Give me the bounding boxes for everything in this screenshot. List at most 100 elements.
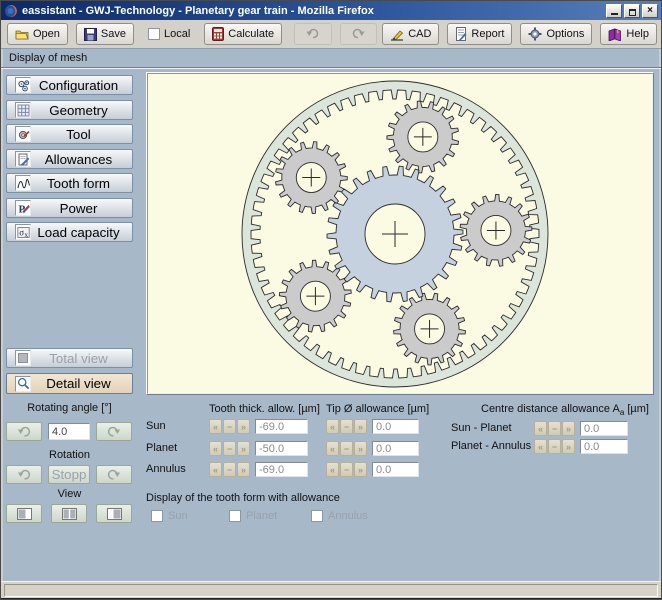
calculate-button[interactable]: Calculate: [204, 23, 283, 45]
rotate-cw-icon: [107, 426, 120, 437]
status-bar: [1, 581, 661, 598]
stepper-down-button[interactable]: «: [209, 419, 222, 434]
rotate-ccw-icon: [18, 426, 31, 437]
row-label-annulus: Annulus: [146, 463, 186, 475]
sun-tooth-thickness-stepper: « − »: [209, 419, 250, 434]
rotate-right-step-button[interactable]: [96, 422, 132, 441]
stepper-reset-button[interactable]: −: [548, 439, 561, 454]
sun-planet-stepper: « − »: [534, 421, 575, 436]
help-button[interactable]: Help: [600, 23, 657, 45]
sidebar-item-allowances[interactable]: Allowances: [6, 149, 133, 169]
stepper-up-button[interactable]: »: [237, 419, 250, 434]
view-right-pane-icon: [106, 507, 122, 520]
rotation-stop-button[interactable]: Stopp: [48, 465, 90, 484]
save-button[interactable]: Save: [75, 23, 134, 45]
centre-row-label-planet-annulus: Planet - Annulus: [451, 440, 532, 452]
svg-text:P: P: [18, 203, 25, 215]
annulus-tip-allowance-stepper: « − »: [326, 462, 367, 477]
sun-planet-field[interactable]: [580, 421, 628, 436]
stepper-down-button[interactable]: «: [534, 439, 547, 454]
minimize-icon: [610, 12, 618, 15]
firefox-icon: [5, 4, 17, 17]
redo-icon: [352, 28, 365, 39]
toolbar: Open Save Local Calculate CAD Report Opt…: [1, 20, 661, 49]
undo-button[interactable]: [294, 23, 332, 45]
planet-tooth-thickness-field[interactable]: [255, 441, 308, 456]
stepper-up-button[interactable]: »: [562, 439, 575, 454]
magnifier-icon: [15, 375, 31, 392]
sidebar-item-power[interactable]: P Power: [6, 198, 133, 218]
close-button[interactable]: ×: [642, 3, 658, 18]
view-label: View: [57, 488, 82, 500]
local-label: Local: [164, 28, 191, 40]
rotating-angle-input[interactable]: [48, 423, 90, 440]
tool-icon: [15, 126, 31, 142]
stepper-reset-button[interactable]: −: [223, 419, 236, 434]
svg-text:x: x: [24, 231, 28, 239]
planet-tip-allowance-field[interactable]: [372, 441, 419, 456]
planet-annulus-field[interactable]: [580, 439, 628, 454]
rotate-cw-icon: [107, 469, 120, 480]
rotate-left-step-button[interactable]: [6, 422, 42, 441]
rotation-ccw-button[interactable]: [6, 465, 42, 484]
total-view-button[interactable]: Total view: [6, 348, 133, 368]
total-view-icon: [15, 350, 31, 366]
view-right-pane-button[interactable]: [96, 504, 132, 523]
stepper-up-button[interactable]: »: [354, 441, 367, 456]
stepper-reset-button[interactable]: −: [223, 441, 236, 456]
view-split-pane-button[interactable]: [51, 504, 87, 523]
stepper-up-button[interactable]: »: [237, 462, 250, 477]
stepper-up-button[interactable]: »: [562, 421, 575, 436]
stepper-up-button[interactable]: »: [354, 419, 367, 434]
redo-button[interactable]: [339, 23, 378, 45]
cad-button[interactable]: CAD: [382, 23, 440, 45]
planet-checkbox[interactable]: [229, 510, 241, 522]
tooth-form-display-label: Display of the tooth form with allowance: [146, 492, 340, 504]
stepper-reset-button[interactable]: −: [223, 462, 236, 477]
view-left-pane-button[interactable]: [6, 504, 42, 523]
calculator-icon: [212, 27, 225, 41]
sidebar-item-geometry[interactable]: Geometry: [6, 100, 133, 120]
annulus-tooth-thickness-field[interactable]: [255, 462, 308, 477]
tooth-thickness-header: Tooth thick. allow. [µm]: [209, 403, 320, 415]
stepper-down-button[interactable]: «: [326, 462, 339, 477]
row-label-planet: Planet: [146, 442, 178, 454]
local-checkbox[interactable]: [148, 28, 160, 40]
stepper-reset-button[interactable]: −: [548, 421, 561, 436]
sidebar-item-tooth-form[interactable]: Tooth form: [6, 173, 133, 193]
maximize-button[interactable]: [624, 3, 640, 18]
stepper-down-button[interactable]: «: [534, 421, 547, 436]
minimize-button[interactable]: [606, 3, 622, 18]
tooth-form-option-annulus: Annulus: [311, 510, 368, 522]
sun-checkbox[interactable]: [151, 510, 163, 522]
open-button[interactable]: Open: [7, 23, 68, 45]
mesh-canvas: [146, 72, 654, 395]
annulus-tip-allowance-field[interactable]: [372, 462, 419, 477]
stepper-reset-button[interactable]: −: [340, 419, 353, 434]
report-button[interactable]: Report: [447, 23, 513, 45]
detail-view-button[interactable]: Detail view: [6, 373, 133, 394]
report-document-icon: [456, 27, 467, 41]
open-folder-icon: [15, 30, 29, 40]
stepper-down-button[interactable]: «: [209, 441, 222, 456]
local-checkbox-group: Local: [148, 28, 190, 40]
annulus-tooth-thickness-stepper: « − »: [209, 462, 250, 477]
stepper-up-button[interactable]: »: [237, 441, 250, 456]
rotation-cw-button[interactable]: [96, 465, 132, 484]
sidebar-item-configuration[interactable]: Configuration: [6, 75, 133, 95]
annulus-checkbox[interactable]: [311, 510, 323, 522]
stepper-down-button[interactable]: «: [209, 462, 222, 477]
allowances-icon: [15, 151, 31, 167]
sidebar-item-tool[interactable]: Tool: [6, 124, 133, 144]
stepper-up-button[interactable]: »: [354, 462, 367, 477]
help-book-icon: [608, 27, 622, 41]
stepper-down-button[interactable]: «: [326, 419, 339, 434]
options-button[interactable]: Options: [520, 23, 593, 45]
sun-tip-allowance-field[interactable]: [372, 419, 419, 434]
view-left-pane-icon: [16, 507, 32, 520]
stepper-reset-button[interactable]: −: [340, 462, 353, 477]
stepper-down-button[interactable]: «: [326, 441, 339, 456]
sidebar-item-load-capacity[interactable]: σx Load capacity: [6, 222, 133, 242]
stepper-reset-button[interactable]: −: [340, 441, 353, 456]
sun-tooth-thickness-field[interactable]: [255, 419, 308, 434]
